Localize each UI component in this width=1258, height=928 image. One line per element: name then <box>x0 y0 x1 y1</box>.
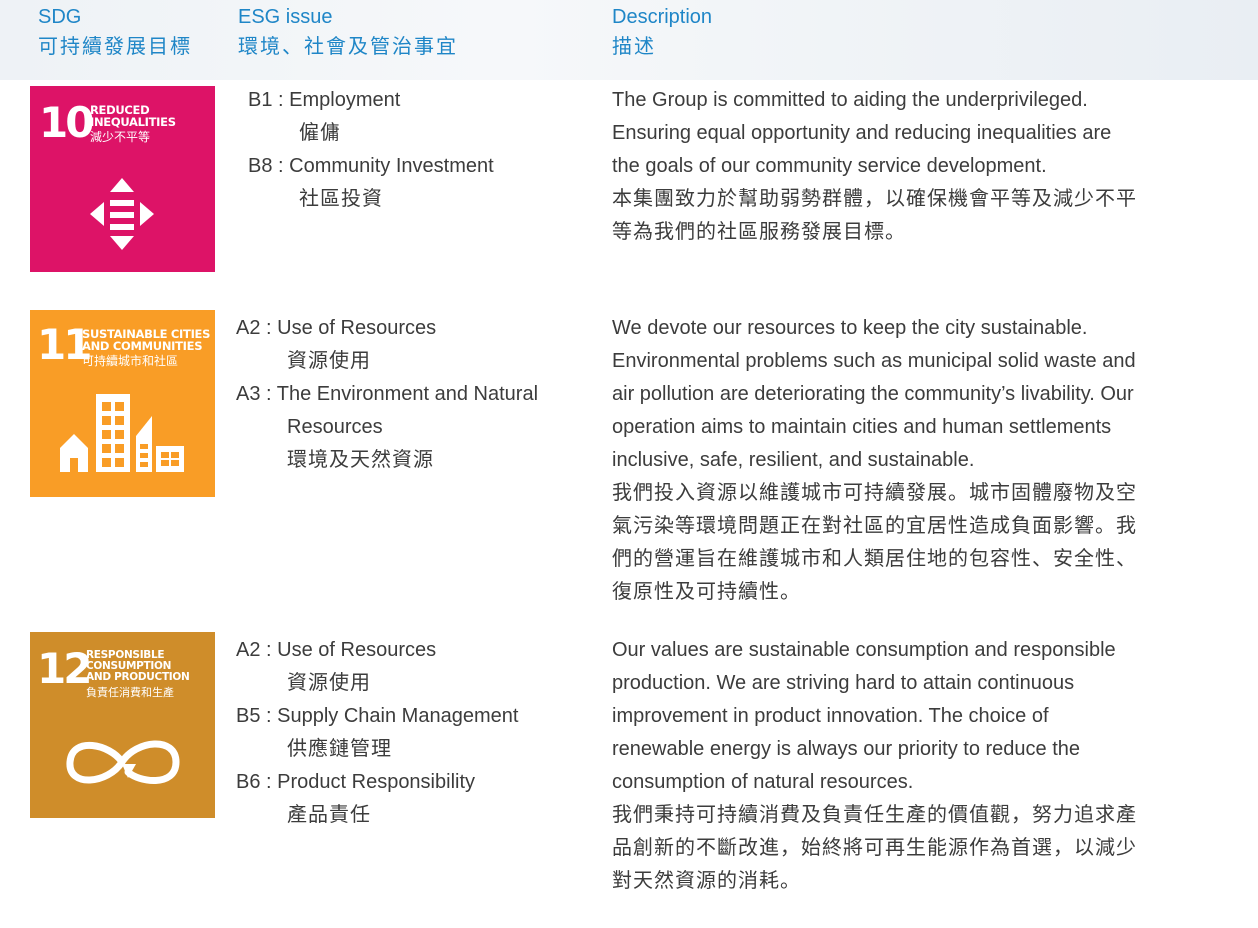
infinity-loop-icon <box>66 740 180 785</box>
description-line: the goals of our community service devel… <box>612 155 1047 177</box>
sdg10-issues: B1 : Employment 僱傭 B8 : Community Invest… <box>248 84 494 216</box>
issue-en: The Environment and Natural <box>276 383 539 405</box>
description-line: improvement in product innovation. The c… <box>612 705 1049 727</box>
issue-b8: B8 : Community Investment 社區投資 <box>248 150 494 216</box>
issue-code: B8 : <box>248 155 284 177</box>
issue-zh: 供應鏈管理 <box>287 738 392 760</box>
issue-code: A3 : <box>236 383 272 405</box>
sdg10-description: The Group is committed to aiding the und… <box>612 84 1137 249</box>
description-line: Our values are sustainable consumption a… <box>612 639 1116 661</box>
issue-b5: B5 : Supply Chain Management 供應鏈管理 <box>236 700 518 766</box>
sdg10-tile: 10 REDUCED INEQUALITIES 減少不平等 <box>30 86 215 272</box>
description-line-zh: 我們秉持可持續消費及負責任生產的價值觀，努力追求產 <box>612 804 1137 826</box>
description-line-zh: 對天然資源的消耗。 <box>612 870 801 892</box>
issue-zh: 環境及天然資源 <box>287 449 434 471</box>
description-line: production. We are striving hard to atta… <box>612 672 1075 694</box>
issue-a3: A3 : The Environment and Natural Resourc… <box>236 378 538 477</box>
issue-b6: B6 : Product Responsibility 產品責任 <box>236 766 518 832</box>
description-line: The Group is committed to aiding the und… <box>612 89 1088 111</box>
description-line: inclusive, safe, resilient, and sustaina… <box>612 449 975 471</box>
description-line-zh: 我們投入資源以維護城市可持續發展。城市固體廢物及空 <box>612 482 1137 504</box>
sdg-header-zh: 可持續發展目標 <box>38 36 192 58</box>
issue-code: B5 : <box>236 705 272 727</box>
issue-zh: 僱傭 <box>299 122 341 144</box>
issue-code: A2 : <box>236 639 272 661</box>
description-column-header: Description 描述 <box>612 2 712 62</box>
description-line: air pollution are deteriorating the comm… <box>612 383 1134 405</box>
sdg12-tile: 12 RESPONSIBLE CONSUMPTION AND PRODUCTIO… <box>30 632 215 818</box>
description-line: operation aims to maintain cities and hu… <box>612 416 1112 438</box>
inequality-arrows-icon <box>90 178 154 250</box>
city-buildings-icon <box>60 394 184 472</box>
description-header-en: Description <box>612 6 713 28</box>
issue-en-cont: Resources <box>287 416 383 438</box>
issue-code: B6 : <box>236 771 272 793</box>
issue-en: Community Investment <box>289 155 494 177</box>
issue-en: Employment <box>289 89 401 111</box>
description-line-zh: 等為我們的社區服務發展目標。 <box>612 221 906 243</box>
description-line-zh: 復原性及可持續性。 <box>612 581 801 603</box>
issue-en: Use of Resources <box>277 639 437 661</box>
issue-code: B1 : <box>248 89 284 111</box>
esg-header-en: ESG issue <box>238 6 333 28</box>
description-line-zh: 本集團致力於幫助弱勢群體，以確保機會平等及減少不平 <box>612 188 1137 210</box>
issue-a2: A2 : Use of Resources 資源使用 <box>236 312 538 378</box>
sdg12-description: Our values are sustainable consumption a… <box>612 634 1137 898</box>
esg-header-zh: 環境、社會及管治事宜 <box>238 36 458 58</box>
issue-code: A2 : <box>236 317 272 339</box>
sdg-header-en: SDG <box>38 6 82 28</box>
description-line: renewable energy is always our priority … <box>612 738 1081 760</box>
description-line: Ensuring equal opportunity and reducing … <box>612 122 1112 144</box>
issue-zh: 社區投資 <box>299 188 383 210</box>
description-line-zh: 們的營運旨在維護城市和人類居住地的包容性、安全性、 <box>612 548 1137 570</box>
issue-a2: A2 : Use of Resources 資源使用 <box>236 634 518 700</box>
description-line-zh: 品創新的不斷改進，始終將可再生能源作為首選，以減少 <box>612 837 1137 859</box>
issue-en: Product Responsibility <box>277 771 476 793</box>
sdg12-issues: A2 : Use of Resources 資源使用 B5 : Supply C… <box>236 634 518 832</box>
description-line: consumption of natural resources. <box>612 771 914 793</box>
description-line: Environmental problems such as municipal… <box>612 350 1136 372</box>
issue-en: Use of Resources <box>277 317 437 339</box>
issue-zh: 產品責任 <box>287 804 371 826</box>
esg-column-header: ESG issue 環境、社會及管治事宜 <box>238 2 458 62</box>
description-line-zh: 氣污染等環境問題正在對社區的宜居性造成負面影響。我 <box>612 515 1137 537</box>
issue-en: Supply Chain Management <box>277 705 519 727</box>
issue-b1: B1 : Employment 僱傭 <box>248 84 494 150</box>
issue-zh: 資源使用 <box>287 350 371 372</box>
issue-zh: 資源使用 <box>287 672 371 694</box>
sdg11-description: We devote our resources to keep the city… <box>612 312 1137 609</box>
sdg11-tile: 11 SUSTAINABLE CITIES AND COMMUNITIES 可持… <box>30 310 215 497</box>
sdg11-issues: A2 : Use of Resources 資源使用 A3 : The Envi… <box>236 312 538 477</box>
description-line: We devote our resources to keep the city… <box>612 317 1088 339</box>
sdg-column-header: SDG 可持續發展目標 <box>38 2 192 62</box>
description-header-zh: 描述 <box>612 36 656 58</box>
